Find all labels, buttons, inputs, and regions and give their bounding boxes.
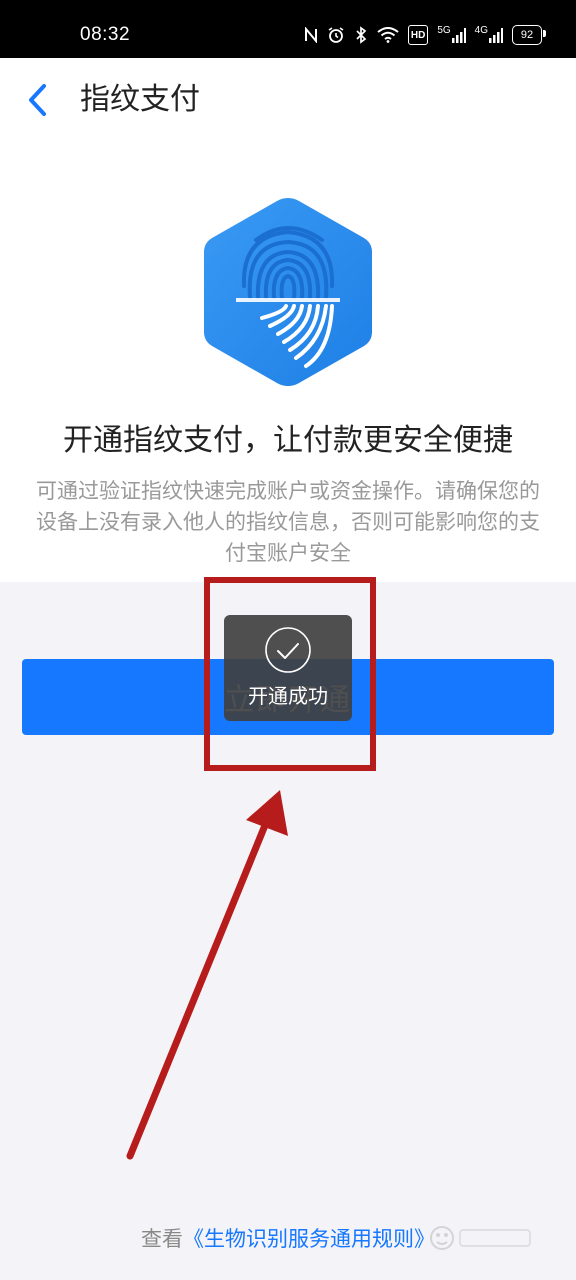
nfc-icon — [304, 25, 318, 45]
battery-icon: 92 — [512, 25, 546, 45]
signal-5g-label: 5G — [437, 25, 451, 36]
intro-panel: 指纹支付 开通指纹支付，让付款更安全便捷 可通过验证指纹快速完成账户或资金操作。… — [0, 58, 576, 582]
hd-icon: HD — [407, 25, 429, 45]
chevron-left-icon — [29, 84, 46, 116]
success-toast: 开通成功 — [224, 615, 352, 721]
fingerprint-hexagon-icon — [200, 194, 376, 390]
page-title: 指纹支付 — [80, 82, 200, 117]
rules-footer: 查看《生物识别服务通用规则》 — [0, 1224, 576, 1254]
rules-prefix: 查看 — [141, 1227, 183, 1251]
toast-text: 开通成功 — [248, 684, 328, 708]
signal-5g-icon: 5G — [437, 25, 466, 45]
status-time: 08:32 — [80, 24, 131, 45]
headline: 开通指纹支付，让付款更安全便捷 — [63, 423, 513, 458]
signal-4g-label: 4G — [474, 25, 488, 36]
description: 可通过验证指纹快速完成账户或资金操作。请确保您的设备上没有录入他人的指纹信息，否… — [36, 479, 540, 565]
wifi-icon — [377, 25, 399, 45]
status-icons: HD 5G 4G 92 — [304, 24, 546, 46]
back-button[interactable] — [22, 80, 54, 120]
rules-link[interactable]: 《生物识别服务通用规则》 — [183, 1227, 435, 1251]
alarm-icon — [327, 25, 345, 45]
check-circle-icon — [265, 627, 311, 673]
signal-4g-icon: 4G — [475, 25, 503, 45]
bluetooth-icon — [354, 25, 368, 45]
status-bar: 08:32 HD 5G 4G 92 — [0, 0, 576, 58]
